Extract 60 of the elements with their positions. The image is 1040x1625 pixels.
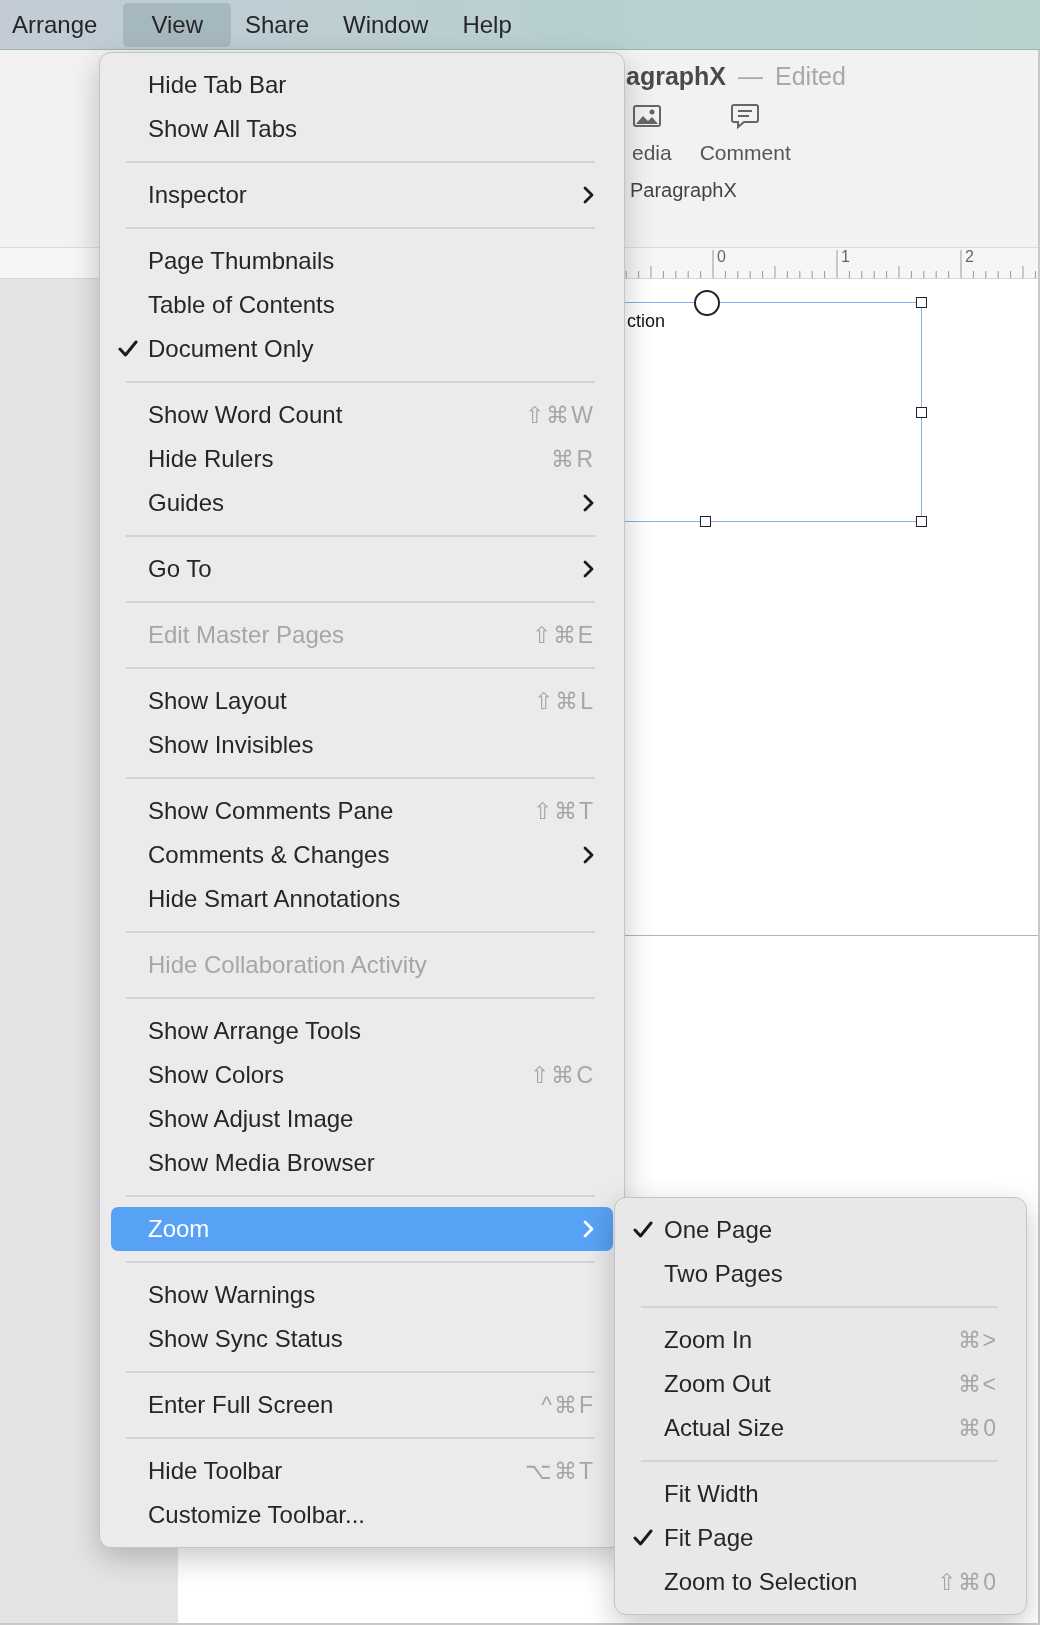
menu-item[interactable]: Go To bbox=[111, 547, 613, 591]
menu-item[interactable]: Show Arrange Tools bbox=[111, 1009, 613, 1053]
menu-item[interactable]: Show Warnings bbox=[111, 1273, 613, 1317]
menu-bar-item[interactable]: View bbox=[123, 2, 231, 47]
shortcut-label: ⇧⌘E bbox=[531, 621, 595, 649]
shortcut-label: ⌘< bbox=[957, 1370, 998, 1398]
body-text: ction bbox=[627, 311, 666, 332]
menu-bar-item[interactable]: Help bbox=[454, 2, 532, 47]
menu-item[interactable]: Show Media Browser bbox=[111, 1141, 613, 1185]
menu-item[interactable]: One Page bbox=[626, 1208, 1015, 1252]
menu-item[interactable]: Show Layout ⇧⌘L bbox=[111, 679, 613, 723]
toolbar-button[interactable]: edia bbox=[632, 101, 672, 165]
menu-item[interactable]: Zoom Out ⌘< bbox=[626, 1362, 1015, 1406]
menu-item[interactable]: Customize Toolbar... bbox=[111, 1493, 613, 1537]
menu-item[interactable]: Page Thumbnails bbox=[111, 239, 613, 283]
menu-item[interactable]: Two Pages bbox=[626, 1252, 1015, 1296]
resize-handle[interactable] bbox=[916, 297, 927, 308]
menu-item[interactable]: Fit Page bbox=[626, 1516, 1015, 1560]
speech-bubble-icon bbox=[730, 101, 761, 131]
ruler-number: 0 bbox=[717, 248, 726, 266]
menu-bar-item[interactable]: Arrange bbox=[4, 2, 118, 47]
document-title: agraphX bbox=[626, 62, 727, 91]
shortcut-label: ⌘R bbox=[551, 445, 595, 473]
resize-handle[interactable] bbox=[916, 516, 927, 527]
menu-item[interactable]: Show Comments Pane ⇧⌘T bbox=[111, 789, 613, 833]
menu-item[interactable]: Show All Tabs bbox=[111, 107, 613, 151]
menu-bar-item[interactable]: Window bbox=[335, 2, 449, 47]
shortcut-label: ^⌘F bbox=[541, 1391, 595, 1419]
menu-bar-item[interactable]: Share bbox=[237, 2, 330, 47]
menu-item[interactable]: Zoom In ⌘> bbox=[626, 1318, 1015, 1362]
menu-item[interactable]: Inspector bbox=[111, 173, 613, 217]
shortcut-label: ⇧⌘L bbox=[534, 687, 595, 715]
menu-item[interactable]: Actual Size ⌘0 bbox=[626, 1406, 1015, 1450]
shortcut-label: ⇧⌘0 bbox=[937, 1568, 998, 1596]
menu-item[interactable]: Zoom to Selection ⇧⌘0 bbox=[626, 1560, 1015, 1604]
title-separator: — bbox=[738, 62, 764, 91]
menu-item[interactable]: Show Adjust Image bbox=[111, 1097, 613, 1141]
menu-item[interactable]: Fit Width bbox=[626, 1472, 1015, 1516]
resize-handle[interactable] bbox=[916, 407, 927, 418]
menu-item[interactable]: Show Sync Status bbox=[111, 1317, 613, 1361]
shortcut-label: ⌥⌘T bbox=[524, 1457, 595, 1485]
shortcut-label: ⇧⌘W bbox=[525, 401, 595, 429]
menu-item[interactable]: Hide Toolbar ⌥⌘T bbox=[111, 1449, 613, 1493]
edited-status: Edited bbox=[775, 62, 846, 91]
menu-item[interactable]: Show Colors ⇧⌘C bbox=[111, 1053, 613, 1097]
menu-item[interactable]: Hide Smart Annotations bbox=[111, 877, 613, 921]
menu-item[interactable]: Enter Full Screen ^⌘F bbox=[111, 1383, 613, 1427]
resize-handle[interactable] bbox=[700, 516, 711, 527]
shortcut-label: ⌘> bbox=[957, 1326, 998, 1354]
shortcut-label: ⇧⌘C bbox=[530, 1061, 595, 1089]
toolbar-button[interactable]: Comment bbox=[699, 101, 791, 165]
menu-item[interactable]: Comments & Changes bbox=[111, 833, 613, 877]
menu-item[interactable]: Show Invisibles bbox=[111, 723, 613, 767]
tab-title[interactable]: ParagraphX bbox=[630, 179, 1038, 202]
ruler-number: 1 bbox=[841, 248, 850, 266]
shortcut-label: ⌘0 bbox=[958, 1414, 998, 1442]
ruler-number: 2 bbox=[965, 248, 974, 266]
rotate-handle[interactable] bbox=[694, 290, 720, 316]
shortcut-label: ⇧⌘T bbox=[532, 797, 595, 825]
menu-item[interactable]: Hide Tab Bar bbox=[111, 63, 613, 107]
